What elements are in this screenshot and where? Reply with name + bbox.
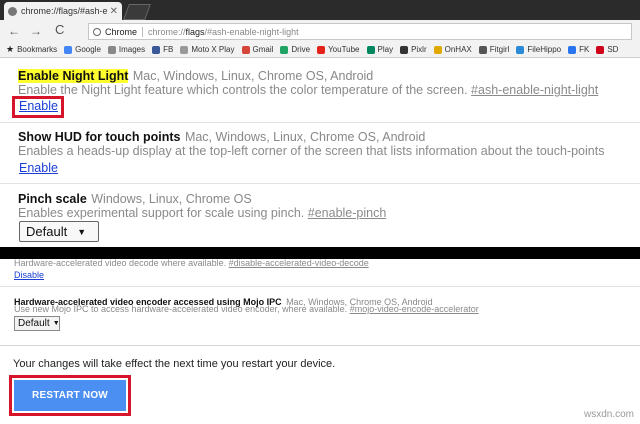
bookmark-label: FileHippo [527,45,562,54]
bookmark-label: Drive [291,45,311,54]
flag-platforms: Mac, Windows, Linux, Chrome OS, Android [184,130,426,144]
google-icon [64,45,73,54]
flag-title-night-light: Enable Night Light [18,69,129,83]
select-value: Default [18,318,50,329]
bookmark-item[interactable]: ★ Bookmarks [6,44,57,55]
watermark: wsxdn.com [583,409,634,420]
bookmark-item[interactable]: SD [596,45,618,54]
flag-video-encode-description: Use new Mojo IPC to access hardware-acce… [14,304,479,314]
flag-video-decode-description: Hardware-accelerated video decode where … [14,258,369,268]
tab-close-icon[interactable]: ✕ [110,6,118,17]
bookmark-item[interactable]: Drive [280,45,310,54]
restart-now-button[interactable]: RESTART NOW [14,380,126,411]
filehippo-icon [516,45,525,54]
select-value: Default [26,224,68,239]
bookmark-label: Fitgirl [489,45,510,54]
bookmark-label: Google [75,45,101,54]
bookmark-item[interactable]: YouTube [317,45,360,54]
flag-anchor-link[interactable]: #disable-accelerated-video-decode [229,258,369,268]
enable-hud-link[interactable]: Enable [19,161,58,175]
address-bar[interactable]: Chrome chrome://flags/#ash-enable-night-… [88,23,632,40]
back-icon[interactable]: ← [8,24,20,38]
flag-hud-description: Enables a heads-up display at the top-le… [18,144,605,158]
bookmark-item[interactable]: Fitgirl [478,45,510,54]
flag-description: Enables experimental support for scale u… [18,206,305,220]
bookmark-item[interactable]: FK [568,45,589,54]
bookmark-item[interactable]: FB [152,45,173,54]
bookmark-label: Pixlr [411,45,427,54]
divider [0,122,640,123]
bookmark-item[interactable]: FileHippo [516,45,561,54]
url-suffix: /#ash-enable-night-light [204,26,299,37]
bookmark-item[interactable]: Moto X Play [180,45,235,54]
video-encode-select[interactable]: Default ▼ [14,316,60,331]
bookmark-item[interactable]: Gmail [241,45,274,54]
star-icon: ★ [6,44,15,54]
bookmark-label: Moto X Play [191,45,235,54]
drive-icon [280,45,289,54]
bookmark-label: FB [163,45,174,54]
flag-pinch-description: Enables experimental support for scale u… [18,206,386,220]
url-prefix: chrome:// [148,26,186,37]
disable-video-decode-link[interactable]: Disable [14,270,44,280]
fk-icon [568,45,577,54]
pinch-scale-select[interactable]: Default ▼ [19,221,99,242]
youtube-icon [317,45,326,54]
url-host: flags [185,26,205,37]
bookmark-label: SD [607,45,619,54]
bookmark-item[interactable]: Google [64,45,101,54]
restart-notice: Your changes will take effect the next t… [13,358,336,370]
flag-title-pinch: Pinch scale [18,192,87,206]
flag-description: Hardware-accelerated video decode where … [14,258,227,268]
footer-divider [0,345,640,346]
flag-title-hud: Show HUD for touch points [18,130,181,144]
flag-anchor-link[interactable]: #mojo-video-encode-accelerator [350,304,479,314]
bookmark-label: OnHAX [444,45,472,54]
page-icon [180,45,189,54]
bookmark-label: FK [579,45,590,54]
dropdown-arrow-icon: ▼ [77,226,87,237]
bookmark-label: Gmail [252,45,274,54]
flag-platforms: Windows, Linux, Chrome OS [91,192,252,206]
bookmark-label: Images [118,45,146,54]
flags-tab-icon [8,6,17,16]
fitgirl-icon [478,45,487,54]
bookmarks-bar: ★ Bookmarks Google Images FB Moto X Play Gmail… [0,42,640,58]
enable-night-light-link[interactable]: Enable [19,99,58,113]
sd-icon [596,45,605,54]
divider [0,183,640,184]
onhax-icon [433,45,442,54]
pixlr-icon [400,45,409,54]
bookmark-label: YouTube [328,45,360,54]
dropdown-arrow-icon: ▼ [52,320,60,327]
bookmark-label: Play [377,45,394,54]
omnibox-chip: Chrome [105,26,144,37]
browser-tab[interactable]: chrome://flags/#ash-en ✕ [4,2,122,20]
facebook-icon [152,45,161,54]
bookmark-label: Bookmarks [17,45,58,54]
bookmark-item[interactable]: Play [366,45,394,54]
bookmark-item[interactable]: Images [107,45,146,54]
flag-anchor-link[interactable]: #enable-pinch [308,206,387,220]
flag-platforms: Mac, Windows, Linux, Chrome OS, Android [132,69,374,83]
flag-description: Enable the Night Light feature which con… [18,83,468,97]
play-icon [366,45,375,54]
flag-anchor-link[interactable]: #ash-enable-night-light [471,83,598,97]
flag-description: Use new Mojo IPC to access hardware-acce… [14,304,348,314]
forward-icon[interactable]: → [30,24,42,38]
bookmark-item[interactable]: Pixlr [400,45,427,54]
gmail-icon [241,45,250,54]
images-icon [107,45,116,54]
divider [0,286,640,287]
reload-icon[interactable]: C [55,22,64,37]
bookmark-item[interactable]: OnHAX [433,45,472,54]
site-info-icon[interactable] [93,27,101,36]
flag-night-light-description: Enable the Night Light feature which con… [18,83,598,97]
tab-title: chrome://flags/#ash-en [21,6,108,16]
